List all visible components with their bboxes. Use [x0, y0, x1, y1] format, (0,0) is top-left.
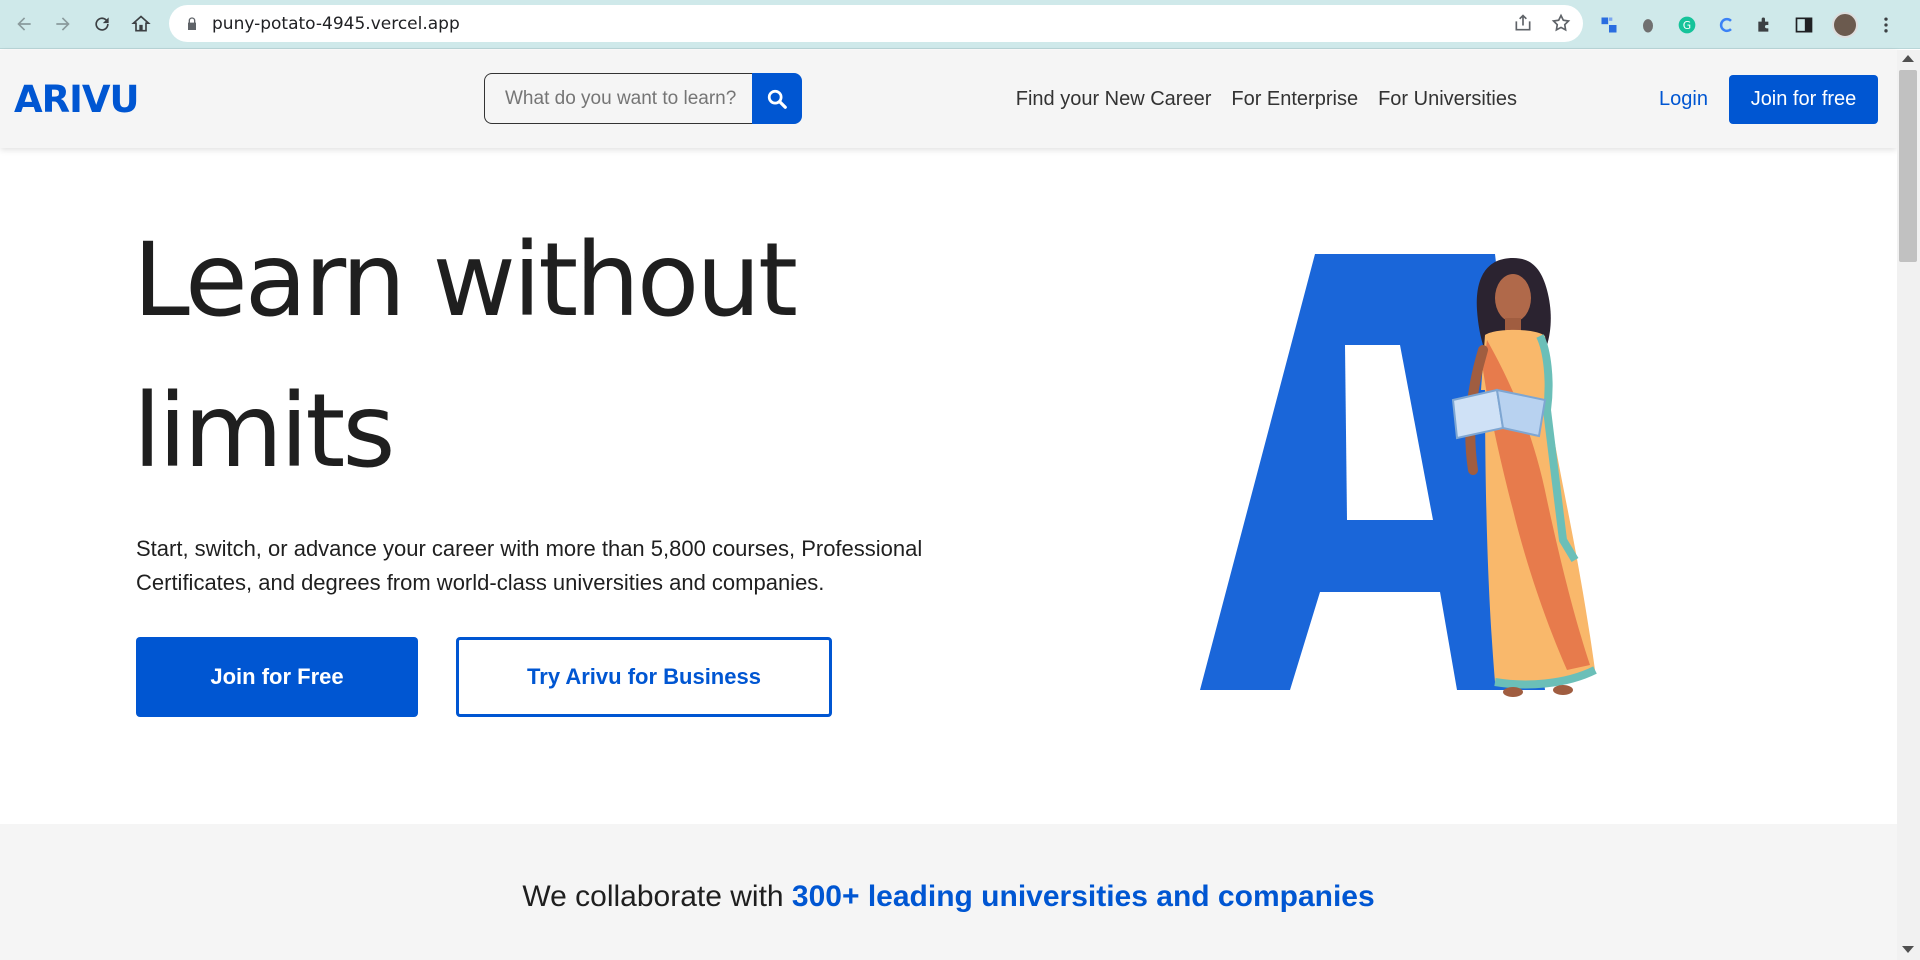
nav-enterprise[interactable]: For Enterprise: [1231, 88, 1358, 111]
search-input[interactable]: [484, 73, 752, 124]
svg-text:G: G: [1683, 19, 1691, 32]
nav-links: Find your New Career For Enterprise For …: [1016, 88, 1517, 111]
try-business-button[interactable]: Try Arivu for Business: [456, 637, 832, 717]
home-icon[interactable]: [126, 9, 156, 39]
join-for-free-button[interactable]: Join for free: [1729, 75, 1878, 124]
hero-subtitle: Start, switch, or advance your career wi…: [136, 536, 923, 595]
scrollbar-thumb[interactable]: [1899, 70, 1917, 262]
collab-highlight: 300+ leading universities and companies: [791, 880, 1375, 913]
hero-title-line1: Learn without: [133, 221, 798, 340]
scroll-up-arrow[interactable]: [1902, 55, 1914, 62]
profile-avatar[interactable]: [1832, 12, 1858, 38]
grammarly-icon[interactable]: G: [1676, 14, 1698, 36]
hero-title-line2: limits: [133, 372, 396, 491]
join-free-hero-button[interactable]: Join for Free: [136, 637, 418, 717]
collaborate-text: We collaborate with 300+ leading univers…: [0, 880, 1897, 914]
nav-find-career[interactable]: Find your New Career: [1016, 88, 1212, 111]
forward-icon[interactable]: [48, 9, 78, 39]
search-icon: [767, 89, 787, 109]
bookmark-star-icon[interactable]: [1551, 13, 1571, 33]
bug-icon[interactable]: [1637, 14, 1659, 36]
c-extension-icon[interactable]: [1715, 14, 1737, 36]
share-icon[interactable]: [1513, 13, 1533, 33]
search-bar: [484, 73, 802, 124]
site-header: ARIVU Find your New Career For Enterpris…: [0, 50, 1897, 148]
hero-illustration: A: [1195, 240, 1597, 697]
nav-universities[interactable]: For Universities: [1378, 88, 1517, 111]
illustration-letter: A: [1195, 240, 1196, 241]
reload-icon[interactable]: [87, 9, 117, 39]
arivu-logo[interactable]: ARIVU: [14, 78, 140, 121]
search-button[interactable]: [752, 73, 802, 124]
collab-prefix: We collaborate with: [522, 880, 792, 913]
lock-icon[interactable]: [184, 16, 200, 32]
extension-blue-icon[interactable]: [1598, 14, 1620, 36]
browser-toolbar: puny-potato-4945.vercel.app G: [0, 0, 1920, 49]
sidepanel-icon[interactable]: [1793, 14, 1815, 36]
hero-title: Learn without limits: [133, 205, 893, 507]
kebab-menu-icon[interactable]: [1875, 14, 1897, 36]
collaborate-section: We collaborate with 300+ leading univers…: [0, 824, 1897, 960]
login-link[interactable]: Login: [1659, 88, 1708, 111]
address-bar[interactable]: puny-potato-4945.vercel.app: [169, 5, 1583, 42]
scroll-down-arrow[interactable]: [1902, 946, 1914, 953]
puzzle-icon[interactable]: [1754, 14, 1776, 36]
back-icon[interactable]: [9, 9, 39, 39]
url-text[interactable]: puny-potato-4945.vercel.app: [212, 14, 460, 34]
